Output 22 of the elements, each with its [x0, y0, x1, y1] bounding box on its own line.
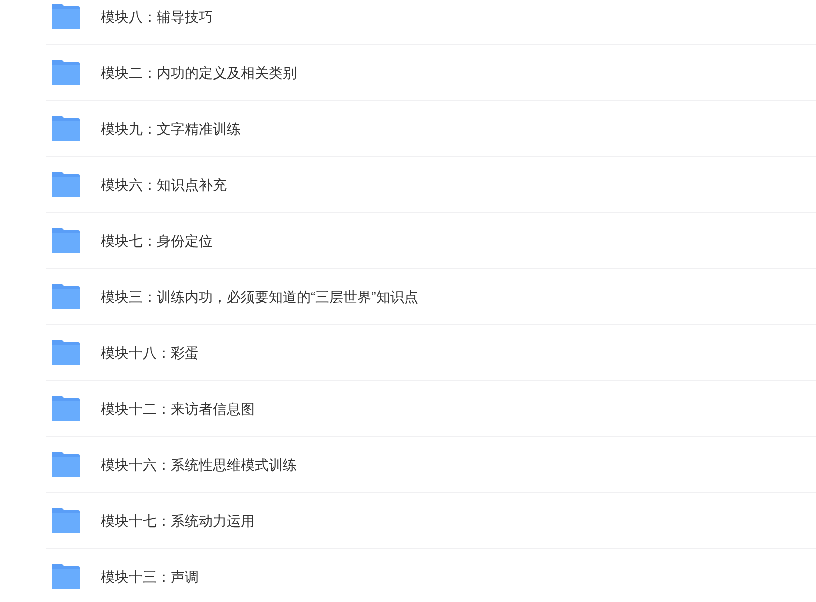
folder-name[interactable]: 模块八：辅导技巧 [101, 6, 213, 26]
folder-name[interactable]: 模块十八：彩蛋 [101, 342, 199, 362]
folder-name[interactable]: 模块六：知识点补充 [101, 174, 227, 194]
folder-icon[interactable] [52, 172, 80, 197]
folder-icon[interactable] [52, 396, 80, 421]
folder-name[interactable]: 模块十二：来访者信息图 [101, 398, 255, 418]
folder-icon[interactable] [52, 564, 80, 589]
folder-icon[interactable] [52, 340, 80, 365]
folder-icon[interactable] [52, 228, 80, 253]
folder-name[interactable]: 模块七：身份定位 [101, 230, 213, 250]
folder-name[interactable]: 模块十三：声调 [101, 566, 199, 586]
folder-name[interactable]: 模块三：训练内功，必须要知道的“三层世界”知识点 [101, 286, 418, 306]
folder-icon[interactable] [52, 4, 80, 29]
folder-icon[interactable] [52, 508, 80, 533]
folder-name[interactable]: 模块十七：系统动力运用 [101, 510, 255, 530]
folder-icon[interactable] [52, 116, 80, 141]
folder-name[interactable]: 模块九：文字精准训练 [101, 118, 241, 138]
folder-icon[interactable] [52, 284, 80, 309]
folder-name[interactable]: 模块二：内功的定义及相关类别 [101, 62, 297, 82]
folder-icon[interactable] [52, 452, 80, 477]
folder-icon[interactable] [52, 60, 80, 85]
folder-name[interactable]: 模块十六：系统性思维模式训练 [101, 454, 297, 474]
